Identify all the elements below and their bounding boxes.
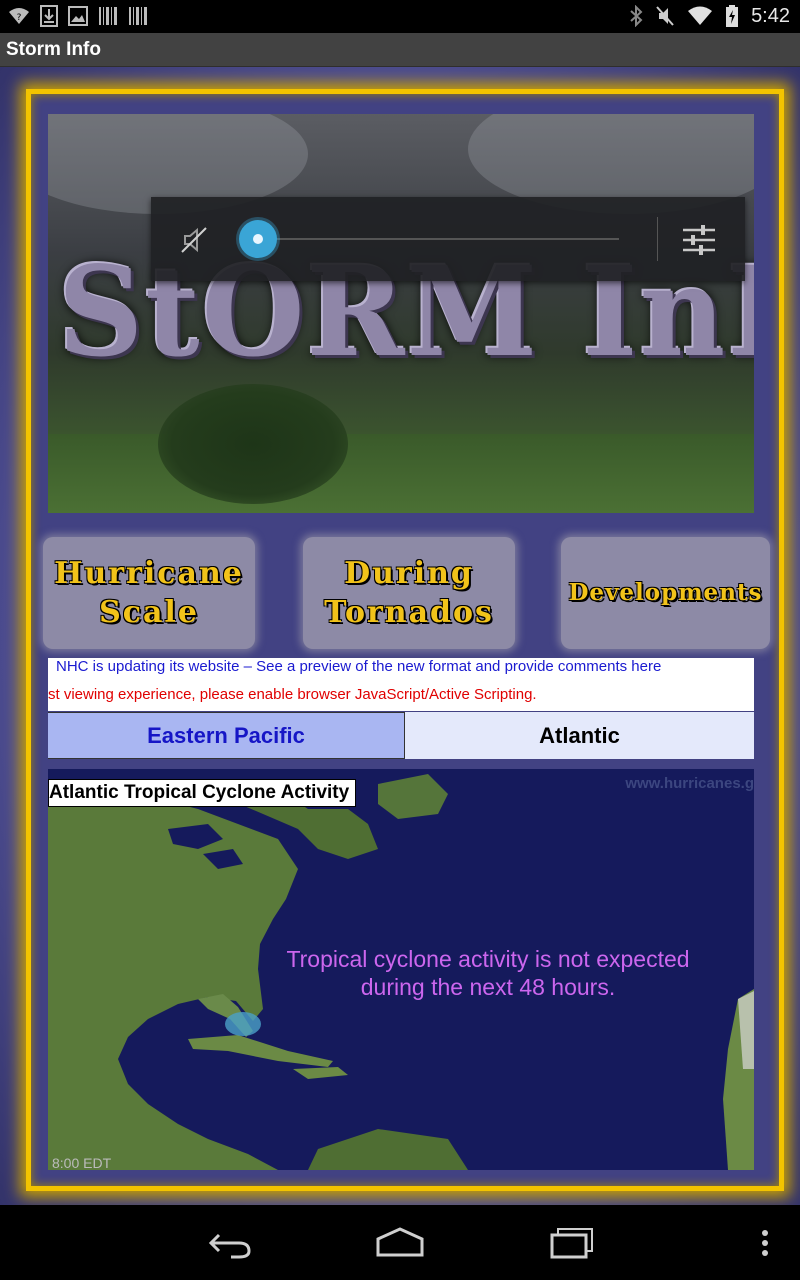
tab-eastern-pacific[interactable]: Eastern Pacific bbox=[48, 712, 405, 759]
nhc-notice: NHC is updating its website – See a prev… bbox=[48, 658, 754, 711]
app-title: Storm Info bbox=[6, 39, 101, 60]
map-title: Atlantic Tropical Cyclone Activity bbox=[48, 779, 357, 807]
hero-banner: StORM InFO bbox=[48, 114, 754, 513]
sliders-icon[interactable] bbox=[681, 222, 717, 258]
developments-button[interactable]: Developments bbox=[561, 537, 770, 649]
volume-slider-thumb[interactable] bbox=[239, 220, 277, 258]
divider bbox=[657, 217, 658, 261]
status-bar: ? 5:42 bbox=[0, 0, 800, 33]
home-icon[interactable] bbox=[375, 1223, 425, 1263]
download-icon bbox=[40, 5, 58, 27]
forecast-message-line: Tropical cyclone activity is not expecte… bbox=[286, 946, 690, 972]
wifi-question-icon: ? bbox=[9, 8, 29, 24]
nhc-update-link[interactable]: NHC is updating its website – See a prev… bbox=[56, 658, 661, 675]
button-label: During bbox=[344, 556, 474, 591]
overflow-menu-icon[interactable] bbox=[755, 1223, 775, 1263]
button-label: Hurricane bbox=[54, 556, 244, 591]
barcode-icon bbox=[129, 7, 147, 25]
volume-slider-track[interactable] bbox=[259, 238, 619, 240]
button-label: Tornados bbox=[324, 595, 494, 630]
image-icon bbox=[68, 6, 88, 26]
basin-tabs: Eastern Pacific Atlantic bbox=[48, 712, 754, 759]
system-nav-bar bbox=[0, 1205, 800, 1280]
clock: 5:42 bbox=[751, 5, 790, 27]
main-content: StORM InFO Hurricane Scale Durin bbox=[0, 67, 800, 1205]
battery-icon bbox=[726, 5, 739, 27]
tree bbox=[158, 384, 348, 504]
wifi-icon bbox=[688, 6, 713, 25]
tropical-cyclone-map[interactable]: Atlantic Tropical Cyclone Activity www.h… bbox=[48, 769, 754, 1170]
recents-icon[interactable] bbox=[548, 1223, 598, 1263]
tab-atlantic[interactable]: Atlantic bbox=[405, 712, 754, 759]
ground bbox=[48, 434, 754, 513]
map-watermark: www.hurricanes.g bbox=[625, 775, 754, 792]
app-bar: Storm Info bbox=[0, 33, 800, 67]
system-icons: 5:42 bbox=[629, 4, 790, 28]
forecast-message-line: during the next 48 hours. bbox=[360, 974, 616, 1000]
hurricane-scale-button[interactable]: Hurricane Scale bbox=[43, 537, 255, 649]
forecast-message: Tropical cyclone activity is not expecte… bbox=[228, 945, 748, 1001]
button-label: Developments bbox=[568, 579, 763, 607]
bluetooth-icon bbox=[630, 5, 643, 27]
javascript-warning: st viewing experience, please enable bro… bbox=[48, 686, 537, 703]
barcode-icon bbox=[99, 7, 117, 25]
map-timestamp: 8:00 EDT bbox=[52, 1155, 112, 1170]
during-tornados-button[interactable]: During Tornados bbox=[303, 537, 515, 649]
speaker-muted-icon[interactable] bbox=[179, 225, 209, 255]
mute-icon bbox=[656, 6, 674, 26]
volume-panel bbox=[151, 197, 745, 281]
notification-icons: ? bbox=[8, 5, 148, 27]
button-label: Scale bbox=[99, 595, 199, 630]
svg-text:?: ? bbox=[17, 13, 22, 23]
back-icon[interactable] bbox=[205, 1223, 255, 1263]
